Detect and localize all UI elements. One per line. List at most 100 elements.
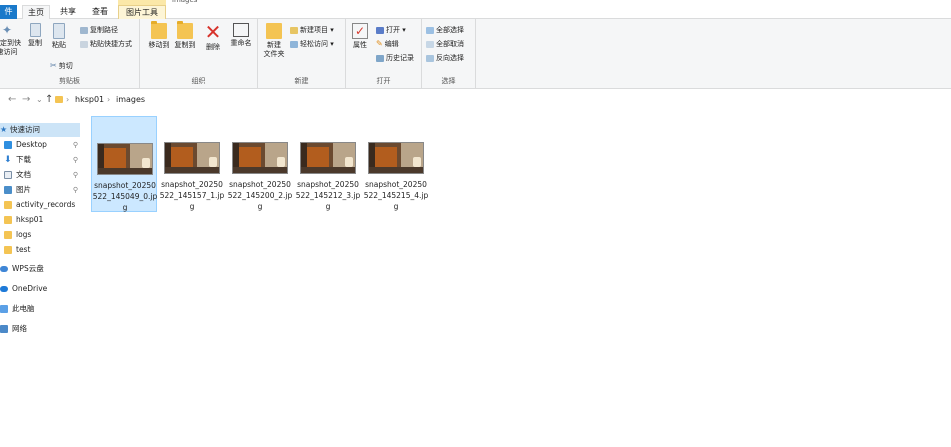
cut-button[interactable]: ✂ 剪切: [50, 61, 73, 71]
organize-group-label: 组织: [191, 77, 206, 85]
pictures-icon: [4, 186, 12, 194]
select-all-button[interactable]: 全部选择: [426, 25, 464, 35]
image-thumbnail: [232, 142, 288, 174]
clipboard-group-label: 剪贴板: [59, 77, 80, 85]
tab-view[interactable]: 查看: [88, 5, 112, 19]
history-button[interactable]: 历史记录: [376, 53, 414, 63]
open-group-label: 打开: [376, 77, 391, 85]
folder-icon: [55, 96, 63, 103]
delete-button[interactable]: ✕ 删除: [202, 20, 224, 52]
select-group: 全部选择 全部取消 反向选择 选择: [422, 19, 476, 89]
image-thumbnail: [97, 143, 153, 175]
image-thumbnail: [368, 142, 424, 174]
rename-button[interactable]: 重命名: [228, 23, 254, 48]
open-button[interactable]: 打开 ▾: [376, 25, 406, 35]
tab-file[interactable]: 件: [0, 5, 17, 19]
tab-picture-tools[interactable]: 图片工具: [118, 5, 166, 19]
pin-icon: ⚲: [72, 186, 78, 194]
pin-quick-access-button[interactable]: ✦ 固定到快 速访问: [0, 23, 22, 57]
nav-item-desktop[interactable]: Desktop ⚲: [0, 138, 80, 152]
file-name: snapshot_20250522_145200_2.jpg: [227, 180, 293, 211]
file-item[interactable]: snapshot_20250522_145200_2.jpg: [227, 116, 293, 212]
window-title: images: [172, 0, 198, 4]
breadcrumb-hksp01[interactable]: hksp01: [75, 95, 104, 105]
copy-to-button[interactable]: 复制到: [172, 21, 198, 50]
new-folder-button[interactable]: 新建 文件夹: [260, 23, 288, 59]
copy-to-icon: [177, 21, 193, 39]
file-name: snapshot_20250522_145215_4.jpg: [363, 180, 429, 211]
cloud-icon: [0, 286, 8, 292]
up-button[interactable]: ↑: [45, 94, 53, 106]
paste-button[interactable]: 粘贴: [46, 23, 72, 50]
nav-item-hksp01[interactable]: hksp01: [0, 213, 80, 227]
document-icon: [4, 171, 12, 179]
nav-item-pictures[interactable]: 图片 ⚲: [0, 183, 80, 197]
download-icon: ⬇: [4, 155, 12, 165]
copy-icon: [29, 23, 41, 37]
nav-item-quick-access[interactable]: ★ 快速访问: [0, 123, 80, 137]
breadcrumb-images[interactable]: images: [116, 95, 145, 105]
pin-icon: ⚲: [72, 141, 78, 149]
pin-icon: ✦: [2, 23, 13, 37]
copy-path-button[interactable]: 复制路径: [80, 25, 118, 35]
new-item-button[interactable]: 新建项目 ▾: [290, 25, 334, 35]
copy-button[interactable]: 复制: [22, 23, 48, 48]
new-group: 新建 文件夹 新建项目 ▾ 轻松访问 ▾ 新建: [258, 19, 346, 89]
folder-icon: [4, 246, 12, 254]
folder-icon: [4, 216, 12, 224]
nav-item-this-pc[interactable]: 此电脑: [0, 302, 80, 316]
pin-icon: ⚲: [72, 171, 78, 179]
image-thumbnail: [164, 142, 220, 174]
move-to-button[interactable]: 移动到: [146, 21, 172, 50]
select-group-label: 选择: [441, 77, 456, 85]
open-group: ✓ 属性 打开 ▾ ✎ 编辑 历史记录 打开: [346, 19, 422, 89]
file-item[interactable]: snapshot_20250522_145215_4.jpg: [363, 116, 429, 212]
nav-item-wps-cloud[interactable]: WPS云盘: [0, 262, 80, 276]
address-bar: ← → ⌄ ↑ › hksp01 › images: [0, 89, 951, 111]
organize-group: 移动到 复制到 ✕ 删除 重命名 组织: [140, 19, 258, 89]
tab-share[interactable]: 共享: [56, 5, 80, 19]
nav-item-downloads[interactable]: ⬇ 下载 ⚲: [0, 153, 80, 167]
invert-selection-icon: [426, 54, 434, 62]
delete-icon: ✕: [204, 20, 222, 44]
pc-icon: [0, 305, 8, 313]
rename-icon: [233, 23, 249, 37]
tab-home[interactable]: 主页: [22, 5, 50, 20]
clipboard-icon: [53, 23, 65, 39]
invert-selection-button[interactable]: 反向选择: [426, 53, 464, 63]
forward-button[interactable]: →: [22, 94, 30, 106]
new-folder-icon: [266, 23, 282, 39]
ribbon: ✦ 固定到快 速访问 复制 粘贴 复制路径 粘贴快捷方式 ✂剪切 剪贴板 移动到: [0, 19, 951, 89]
easy-access-button[interactable]: 轻松访问 ▾: [290, 39, 334, 49]
pin-icon: ⚲: [72, 156, 78, 164]
nav-item-logs[interactable]: logs: [0, 228, 80, 242]
pencil-icon: ✎: [376, 39, 383, 48]
history-icon: [376, 54, 384, 62]
select-none-icon: [426, 40, 434, 48]
select-none-button[interactable]: 全部取消: [426, 39, 464, 49]
desktop-icon: [4, 141, 12, 149]
network-icon: [0, 325, 8, 333]
properties-button[interactable]: ✓ 属性: [348, 23, 372, 50]
nav-item-documents[interactable]: 文档 ⚲: [0, 168, 80, 182]
open-icon: [376, 26, 384, 34]
edit-button[interactable]: ✎ 编辑: [376, 39, 399, 49]
nav-item-activity-records[interactable]: activity_records: [0, 198, 80, 212]
properties-icon: ✓: [352, 23, 368, 39]
nav-item-onedrive[interactable]: OneDrive: [0, 282, 80, 296]
nav-item-test[interactable]: test: [0, 243, 80, 257]
new-item-icon: [290, 26, 298, 34]
file-item[interactable]: snapshot_20250522_145157_1.jpg: [159, 116, 225, 212]
recent-locations-button[interactable]: ⌄: [36, 94, 43, 106]
file-name: snapshot_20250522_145212_3.jpg: [295, 180, 361, 211]
paste-shortcut-button[interactable]: 粘贴快捷方式: [80, 39, 132, 49]
nav-item-network[interactable]: 网络: [0, 322, 80, 336]
file-name: snapshot_20250522_145049_0.jpg: [92, 181, 158, 212]
file-item[interactable]: snapshot_20250522_145212_3.jpg: [295, 116, 361, 212]
scissors-icon: ✂: [50, 61, 57, 70]
file-list: snapshot_20250522_145049_0.jpg snapshot_…: [84, 111, 951, 447]
new-group-label: 新建: [294, 77, 309, 85]
file-item[interactable]: snapshot_20250522_145049_0.jpg: [91, 116, 157, 212]
cloud-icon: [0, 266, 8, 272]
back-button[interactable]: ←: [8, 94, 16, 106]
